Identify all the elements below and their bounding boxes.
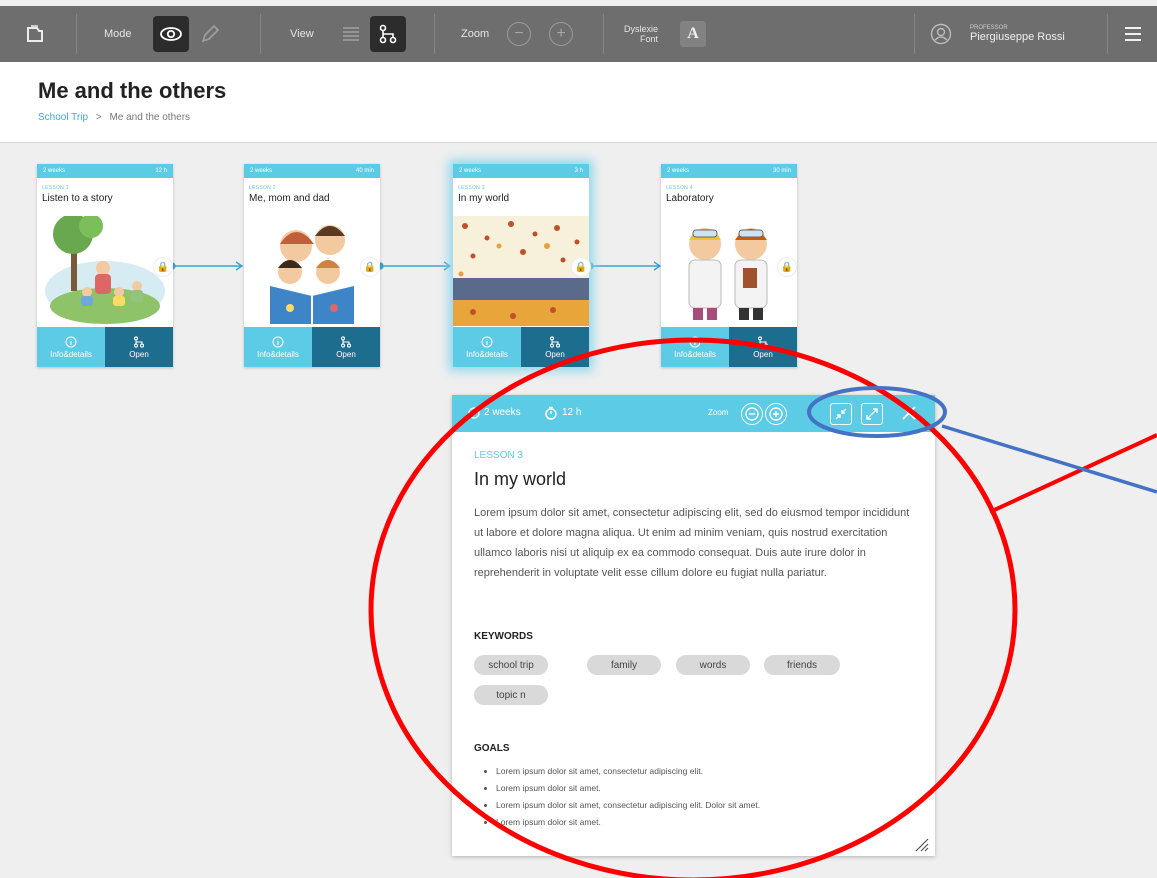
detail-zoom-in-button[interactable]: [765, 403, 787, 425]
card-hours: 12 h: [155, 168, 167, 174]
card-duration: 2 weeks: [459, 168, 482, 174]
card-duration: 2 weeks: [667, 168, 690, 174]
detail-lesson-label: LESSON 3: [474, 450, 523, 461]
lesson-card-4[interactable]: 2 weeks 30 min LESSON 4 Laboratory Info&d…: [661, 164, 797, 367]
lesson-detail-panel: 2 weeks 12 h Zoom LESSON 3 In my world L…: [452, 395, 935, 856]
laboratory-illustration: [688, 228, 768, 320]
expand-icon: [866, 408, 878, 420]
lesson-card-2[interactable]: 2 weeks 40 min LESSON 2 Me, mom and dad I…: [244, 164, 380, 367]
autumn-illustration: [453, 216, 589, 326]
detail-header: 2 weeks 12 h Zoom: [452, 395, 935, 432]
keyword-chip[interactable]: friends: [764, 655, 840, 675]
info-icon: [272, 336, 284, 347]
goal-item: Lorem ipsum dolor sit amet, consectetur …: [496, 763, 760, 780]
detail-zoom-out-button[interactable]: [741, 403, 763, 425]
card-title: Laboratory: [666, 193, 714, 204]
detail-duration: 2 weeks: [484, 407, 521, 418]
open-label: Open: [336, 349, 356, 359]
close-button[interactable]: [900, 404, 920, 424]
close-icon: [902, 406, 916, 420]
detail-hours: 12 h: [562, 407, 582, 418]
family-illustration: [270, 225, 354, 324]
goal-item: Lorem ipsum dolor sit amet, consectetur …: [496, 797, 760, 814]
timer-icon: [468, 407, 480, 419]
goals-list: Lorem ipsum dolor sit amet, consectetur …: [484, 763, 760, 831]
card-lesson-label: LESSON 4: [666, 185, 693, 191]
detail-zoom-label: Zoom: [708, 408, 729, 417]
card-title: In my world: [458, 193, 510, 204]
keywords-heading: KEYWORDS: [474, 631, 533, 642]
zoom-out-icon: [745, 407, 759, 421]
stopwatch-icon: [545, 406, 557, 420]
info-details-label: Info&details: [674, 349, 716, 359]
story-illustration: [45, 216, 165, 324]
lesson-card-1[interactable]: 2 weeks 12 h LESSON 1 Listen to a story I…: [37, 164, 173, 367]
card-lesson-label: LESSON 2: [249, 185, 276, 191]
flow-icon: [549, 335, 561, 348]
info-details-button[interactable]: Info&details: [37, 327, 105, 367]
info-details-button[interactable]: Info&details: [661, 327, 729, 367]
flow-icon: [757, 335, 769, 348]
info-icon: [689, 336, 701, 347]
card-hours: 30 min: [772, 168, 791, 174]
open-label: Open: [129, 349, 149, 359]
flow-icon: [133, 335, 145, 348]
info-details-label: Info&details: [50, 349, 92, 359]
info-icon: [481, 336, 493, 347]
card-hours: 40 min: [355, 168, 374, 174]
card-title: Me, mom and dad: [249, 193, 330, 204]
info-icon: [65, 336, 77, 347]
open-label: Open: [753, 349, 773, 359]
flow-icon: [340, 335, 352, 348]
zoom-in-icon: [769, 407, 783, 421]
info-details-label: Info&details: [466, 349, 508, 359]
open-button[interactable]: Open: [105, 327, 173, 367]
detail-description: Lorem ipsum dolor sit amet, consectetur …: [474, 507, 910, 579]
lock-icon: 🔒: [153, 257, 173, 277]
collapse-icon: [835, 408, 847, 420]
info-details-label: Info&details: [257, 349, 299, 359]
lesson-card-3[interactable]: 2 weeks 3 h LESSON 3 In my world Info&det…: [453, 164, 591, 367]
open-button[interactable]: Open: [521, 327, 589, 367]
detail-title: In my world: [474, 469, 567, 489]
keyword-chip[interactable]: family: [587, 655, 661, 675]
keyword-chip[interactable]: words: [676, 655, 750, 675]
lock-icon: 🔒: [777, 257, 797, 277]
keyword-chip[interactable]: topic n: [474, 685, 548, 705]
open-label: Open: [545, 349, 565, 359]
resize-grip-icon[interactable]: [913, 836, 929, 852]
collapse-button[interactable]: [830, 403, 852, 425]
card-lesson-label: LESSON 3: [458, 185, 485, 191]
card-duration: 2 weeks: [250, 168, 273, 174]
card-hours: 3 h: [574, 168, 583, 174]
info-details-button[interactable]: Info&details: [453, 327, 521, 367]
open-button[interactable]: Open: [729, 327, 797, 367]
card-duration: 2 weeks: [43, 168, 66, 174]
lock-icon: 🔒: [360, 257, 380, 277]
lock-icon: 🔒: [571, 257, 591, 277]
info-details-button[interactable]: Info&details: [244, 327, 312, 367]
card-lesson-label: LESSON 1: [42, 185, 69, 191]
card-title: Listen to a story: [42, 193, 113, 204]
goal-item: Lorem ipsum dolor sit amet.: [496, 780, 760, 797]
expand-button[interactable]: [861, 403, 883, 425]
open-button[interactable]: Open: [312, 327, 380, 367]
keyword-chip[interactable]: school trip: [474, 655, 548, 675]
goals-heading: GOALS: [474, 743, 510, 754]
goal-item: Lorem ipsum dolor sit amet.: [496, 814, 760, 831]
